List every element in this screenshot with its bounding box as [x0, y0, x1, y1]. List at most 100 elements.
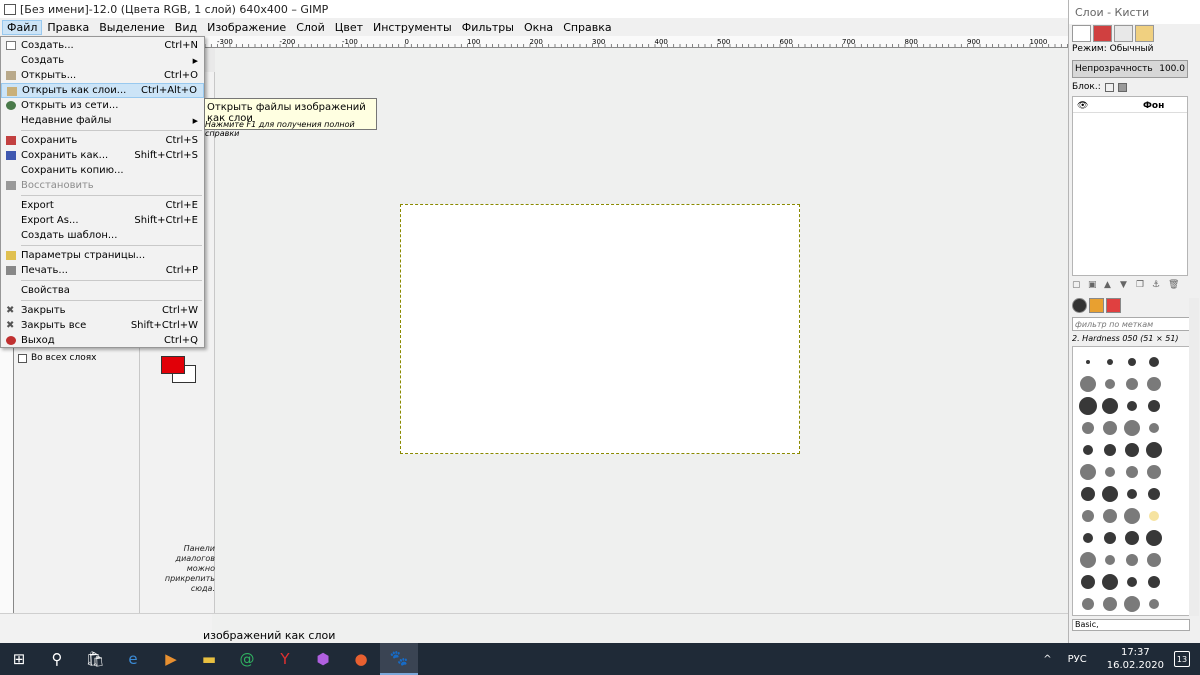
menu-item-revert[interactable]: Восстановить [1, 178, 204, 193]
menu-item-export[interactable]: Export Ctrl+E [1, 198, 204, 213]
menu-item-properties[interactable]: Свойства [1, 283, 204, 298]
horizontal-ruler[interactable]: -300 -200 -100 0 100 200 300 400 500 600 700 800 900… [205, 36, 1068, 48]
ruler-tick-label: -100 [342, 38, 358, 46]
brush-grid[interactable] [1072, 346, 1190, 616]
menu-item-recent[interactable]: Недавние файлы ▶ [1, 113, 204, 128]
duplicate-layer-icon[interactable]: ❐ [1136, 280, 1152, 290]
menu-item-new[interactable]: Создать... Ctrl+N [1, 38, 204, 53]
menu-separator [21, 280, 202, 281]
menu-view[interactable]: Вид [170, 20, 202, 35]
layers-list[interactable]: 👁 Фон [1072, 96, 1188, 276]
menu-item-save-copy[interactable]: Сохранить копию... [1, 163, 204, 178]
menu-item-save[interactable]: Сохранить Ctrl+S [1, 133, 204, 148]
new-layer-icon[interactable]: ▢ [1072, 280, 1088, 290]
close-icon: ✖ [6, 305, 15, 316]
vertical-ruler[interactable] [0, 348, 14, 613]
ruler-tick-label: 1000 [1030, 38, 1048, 46]
anchor-icon[interactable]: ⚓ [1152, 280, 1168, 290]
menu-filters[interactable]: Фильтры [457, 20, 519, 35]
layers-brushes-dock: Слои - Кисти Режим: Обычный Непрозрачнос… [1068, 0, 1200, 643]
brush-preview [1104, 532, 1116, 544]
language-indicator[interactable]: РУС [1068, 654, 1087, 665]
layer-row[interactable]: 👁 Фон [1073, 97, 1187, 113]
layers-tab-icon[interactable] [1072, 25, 1091, 42]
brush-preview [1103, 509, 1117, 523]
menu-item-export-as[interactable]: Export As... Shift+Ctrl+E [1, 213, 204, 228]
patterns-tab-icon[interactable] [1089, 298, 1104, 313]
window-titlebar: [Без имени]-12.0 (Цвета RGB, 1 слой) 640… [0, 0, 1068, 18]
store-icon[interactable]: 🛍 [76, 643, 114, 675]
lock-alpha-icon[interactable] [1117, 82, 1127, 92]
menu-item-page-setup[interactable]: Параметры страницы... [1, 248, 204, 263]
channels-tab-icon[interactable] [1093, 25, 1112, 42]
image-canvas[interactable] [400, 204, 800, 454]
menu-separator [21, 130, 202, 131]
menu-edit[interactable]: Правка [42, 20, 94, 35]
search-icon[interactable]: ⚲ [38, 643, 76, 675]
all-layers-checkbox[interactable] [18, 353, 27, 363]
menu-file[interactable]: Файл [2, 19, 43, 35]
close-all-icon: ✖ [6, 320, 15, 331]
menu-item-print[interactable]: Печать... Ctrl+P [1, 263, 204, 278]
foreground-color-swatch[interactable] [161, 356, 185, 374]
brush-preview [1105, 467, 1115, 477]
edge-browser-icon[interactable]: e [114, 643, 152, 675]
opacity-slider[interactable]: Непрозрачность 100.0 [1072, 60, 1188, 78]
lower-layer-icon[interactable]: ▼ [1120, 280, 1136, 290]
media-player-icon[interactable]: ▶ [152, 643, 190, 675]
menu-image[interactable]: Изображение [202, 20, 291, 35]
gradients-tab-icon[interactable] [1106, 298, 1121, 313]
lock-label: Блок.: [1072, 82, 1101, 92]
brush-preview [1086, 360, 1090, 364]
submenu-arrow-icon: ▶ [192, 56, 198, 65]
firefox-icon[interactable]: ● [342, 643, 380, 675]
menu-item-create-template[interactable]: Создать шаблон... [1, 228, 204, 243]
menu-bar: Файл Правка Выделение Вид Изображение Сл… [0, 18, 1068, 36]
menu-tools[interactable]: Инструменты [368, 20, 457, 35]
menu-layer[interactable]: Слой [291, 20, 330, 35]
open-folder-icon [6, 71, 16, 80]
menu-select[interactable]: Выделение [94, 20, 170, 35]
delete-layer-icon[interactable]: 🗑 [1168, 280, 1184, 290]
layer-mode-label[interactable]: Режим: Обычный [1072, 44, 1154, 54]
brush-set-field[interactable]: Basic, [1072, 619, 1190, 631]
yandex-browser-icon[interactable]: Y [266, 643, 304, 675]
app-icon-purple[interactable]: ⬢ [304, 643, 342, 675]
lock-pixels-icon[interactable] [1104, 82, 1114, 92]
file-explorer-icon[interactable]: ▬ [190, 643, 228, 675]
visibility-eye-icon[interactable]: 👁 [1077, 101, 1088, 111]
brush-tag-filter[interactable]: фильтр по меткам [1072, 317, 1190, 331]
menu-help[interactable]: Справка [558, 20, 616, 35]
mail-app-icon[interactable]: @ [228, 643, 266, 675]
raise-layer-icon[interactable]: ▲ [1104, 280, 1120, 290]
clock[interactable]: 17:37 16.02.2020 [1107, 646, 1164, 672]
menu-separator [21, 195, 202, 196]
menu-item-save-as[interactable]: Сохранить как... Shift+Ctrl+S [1, 148, 204, 163]
brush-preview [1126, 378, 1138, 390]
menu-item-quit[interactable]: Выход Ctrl+Q [1, 333, 204, 348]
menu-item-close-all[interactable]: ✖ Закрыть все Shift+Ctrl+W [1, 318, 204, 333]
start-windows-icon[interactable]: ⊞ [0, 643, 38, 675]
menu-colors[interactable]: Цвет [330, 20, 368, 35]
tooltip-hint: Нажмите F1 для получения полной справки [205, 120, 355, 138]
submenu-arrow-icon: ▶ [192, 116, 198, 125]
tray-chevron-icon[interactable]: ^ [1043, 654, 1051, 665]
save-icon [6, 136, 16, 145]
brush-preview [1105, 379, 1115, 389]
brushes-tab-icon[interactable] [1072, 298, 1087, 313]
gimp-taskbar-icon[interactable]: 🐾 [380, 643, 418, 675]
brush-scrollbar[interactable] [1189, 298, 1199, 616]
menu-item-create-submenu[interactable]: Создать ▶ [1, 53, 204, 68]
menu-item-open[interactable]: Открыть... Ctrl+O [1, 68, 204, 83]
menu-item-open-location[interactable]: Открыть из сети... [1, 98, 204, 113]
all-layers-option[interactable]: Во всех слоях [18, 353, 96, 363]
undo-tab-icon[interactable] [1135, 25, 1154, 42]
paths-tab-icon[interactable] [1114, 25, 1133, 42]
menu-windows[interactable]: Окна [519, 20, 558, 35]
layer-group-icon[interactable]: ▣ [1088, 280, 1104, 290]
notifications-icon[interactable]: 13 [1174, 651, 1190, 667]
save-as-icon [6, 151, 16, 160]
window-icon [4, 3, 16, 15]
menu-item-open-as-layers[interactable]: Открыть как слои... Ctrl+Alt+O [1, 83, 204, 98]
menu-item-close[interactable]: ✖ Закрыть Ctrl+W [1, 303, 204, 318]
